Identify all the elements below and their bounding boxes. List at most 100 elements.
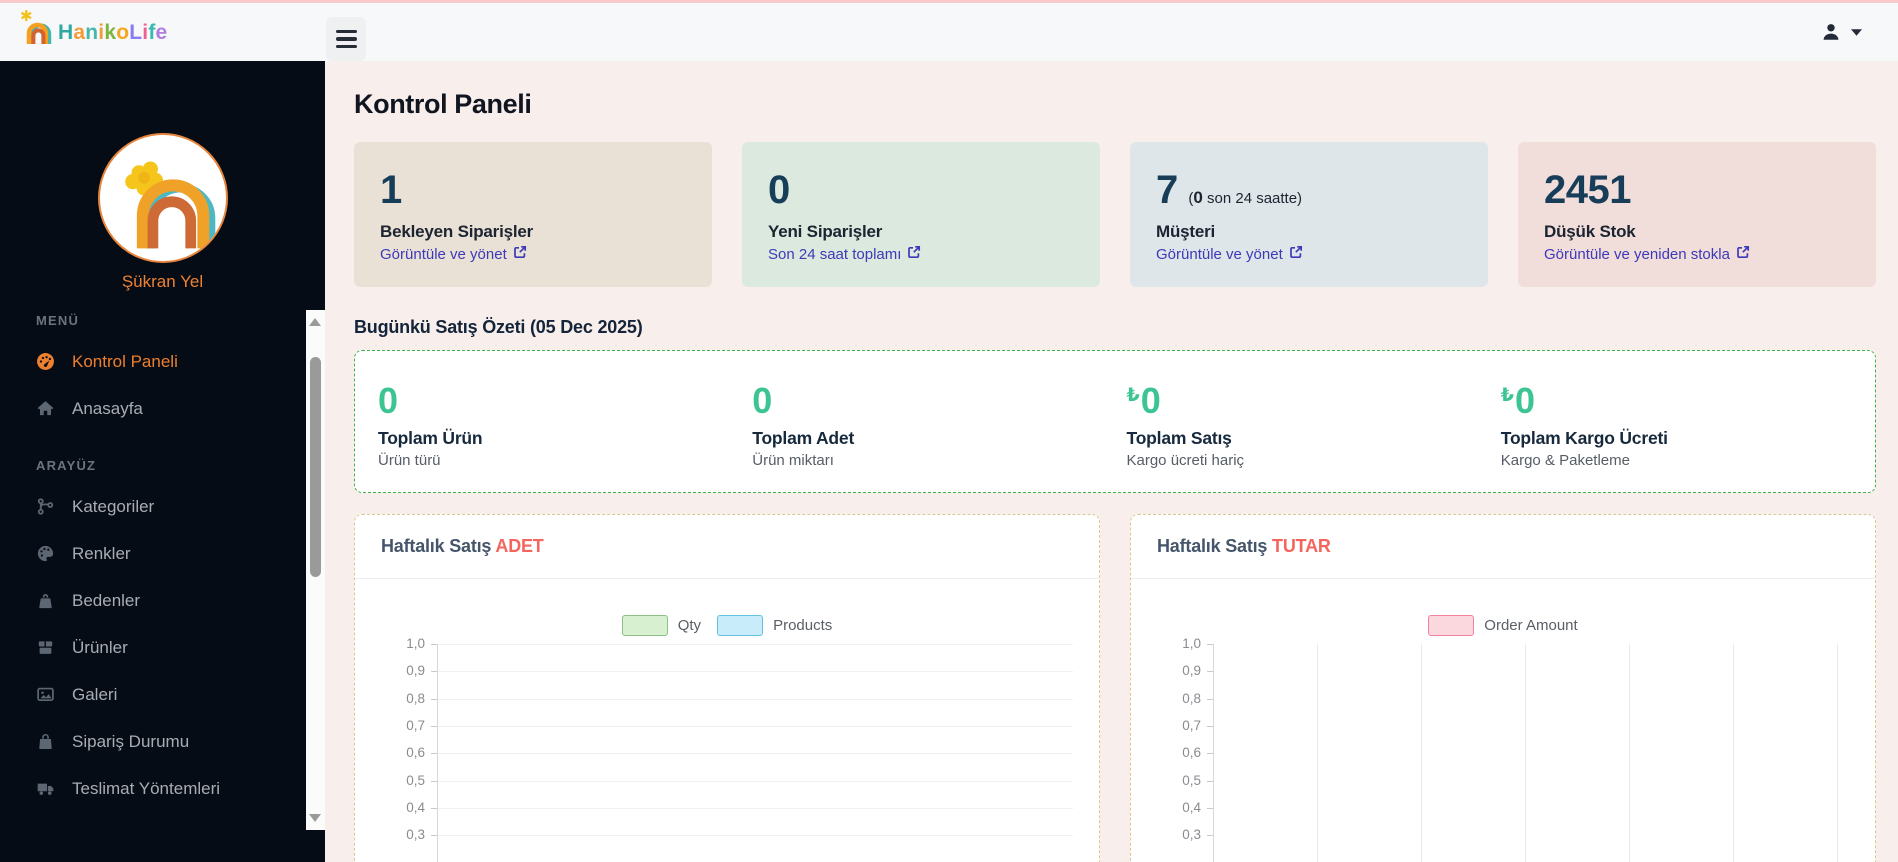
daily-summary-heading: Bugünkü Satış Özeti (05 Dec 2025) (354, 317, 643, 337)
main-content: Kontrol Paneli 1 Bekleyen Siparişler Görün… (325, 61, 1898, 862)
stat-label: Bekleyen Siparişler (380, 222, 534, 241)
y-tick-label: 0,4 (406, 799, 425, 815)
products-icon (36, 638, 55, 657)
y-tick-label: 1,0 (406, 636, 425, 651)
legend-swatch (1428, 615, 1475, 636)
y-tick-label: 0,8 (1182, 690, 1201, 706)
y-tick-label: 0,7 (1182, 717, 1201, 733)
logo-flower-icon: ✱ (20, 8, 33, 25)
y-tick-label: 0,6 (406, 745, 425, 761)
sidebar-item-ürünler[interactable]: Ürünler (36, 624, 325, 671)
stat-card-new-orders: 0 Yeni Siparişler Son 24 saat toplamı (742, 142, 1100, 287)
sidebar-item-galeri[interactable]: Galeri (36, 671, 325, 718)
currency-symbol: ₺ (1500, 385, 1514, 406)
page-title: Kontrol Paneli (354, 89, 532, 119)
chart-body: Order Amount 1,0 0,9 0,8 0,7 0,6 0,5 0,4 0,3 (1131, 579, 1875, 862)
app-logo[interactable]: ✱ HanikoLife (0, 8, 168, 45)
chart-title: Haftalık Satış ADET (381, 536, 544, 556)
external-link-icon (1736, 245, 1750, 263)
sidebar-item-kategoriler[interactable]: Kategoriler (36, 483, 325, 530)
sidebar-item-label: Teslimat Yöntemleri (72, 778, 221, 798)
stat-label: Müşteri (1156, 222, 1216, 241)
summary-item-toplam-satış: ₺0 Toplam Satış Kargo ücreti hariç (1127, 383, 1501, 492)
summary-value: ₺0 (1500, 380, 1536, 421)
summary-item-toplam-adet: 0 Toplam Adet Ürün miktarı (752, 383, 1126, 492)
currency-symbol: ₺ (1126, 385, 1140, 406)
sidebar: Şükran Yel MENÜ Kontrol Paneli Anasayfa ARA… (0, 61, 325, 862)
chart-card-weekly-sales-qty: Haftalık Satış ADET Qty Products 1,0 0,9 0,8 0… (354, 514, 1100, 862)
legend-swatch (717, 615, 764, 636)
chart-legend: Qty Products (381, 615, 1073, 636)
chart-legend: Order Amount (1157, 615, 1849, 636)
stat-value: 0 (768, 168, 790, 212)
stat-cards-row: 1 Bekleyen Siparişler Görüntüle ve yönet 0 Y… (354, 142, 1876, 287)
user-menu-button[interactable] (1820, 21, 1862, 43)
summary-label: Toplam Adet (752, 428, 855, 448)
summary-label: Toplam Kargo Ücreti (1500, 428, 1668, 448)
sidebar-item-label: Ürünler (72, 637, 128, 657)
sidebar-toggle-button[interactable] (326, 17, 366, 61)
scrollbar-up-arrow[interactable] (309, 318, 321, 326)
stat-link-new-orders[interactable]: Son 24 saat toplamı (768, 245, 1074, 263)
stat-card-customers: 7 (0 son 24 saatte) Müşteri Görüntüle ve y… (1130, 142, 1488, 287)
chevron-down-icon (1851, 28, 1862, 36)
legend-swatch (621, 615, 668, 636)
chart-body: Qty Products 1,0 0,9 0,8 0,7 0,6 0,5 0,4 0,3 (355, 579, 1099, 862)
sidebar-nav: MENÜ Kontrol Paneli Anasayfa ARAYÜZ Kategori… (0, 306, 325, 818)
daily-summary-card: 0 Toplam Ürün Ürün türü 0 Toplam Adet Ürün mi… (354, 350, 1876, 493)
avatar (97, 133, 228, 263)
y-tick-label: 0,8 (406, 690, 425, 706)
chart-header: Haftalık Satış TUTAR (1131, 515, 1875, 579)
summary-item-toplam-kargo-ücreti: ₺0 Toplam Kargo Ücreti Kargo & Paketleme (1501, 383, 1875, 492)
stat-value: 2451 (1544, 168, 1631, 212)
summary-value: 0 (378, 380, 399, 421)
y-tick-label: 0,5 (1182, 772, 1201, 788)
sidebar-item-kontrol-paneli[interactable]: Kontrol Paneli (36, 338, 325, 385)
sidebar-item-renkler[interactable]: Renkler (36, 530, 325, 577)
stat-card-pending-orders: 1 Bekleyen Siparişler Görüntüle ve yönet (354, 142, 712, 287)
scrollbar-down-arrow[interactable] (309, 814, 321, 822)
scrollbar-thumb[interactable] (310, 357, 321, 577)
sidebar-item-bedenler[interactable]: Bedenler (36, 577, 325, 624)
dashboard-icon (36, 352, 55, 371)
y-tick-label: 0,5 (406, 772, 425, 788)
logo-text: HanikoLife (58, 21, 168, 44)
user-name: Şükran Yel (121, 272, 204, 291)
sidebar-profile: Şükran Yel (0, 61, 325, 292)
external-link-icon (1289, 245, 1303, 263)
summary-value: 0 (752, 380, 773, 421)
external-link-icon (513, 245, 527, 263)
stat-label: Yeni Siparişler (768, 222, 883, 241)
sidebar-item-sipariş-durumu[interactable]: Sipariş Durumu (36, 718, 325, 765)
sidebar-item-label: Bedenler (72, 590, 141, 610)
stat-link-low-stock[interactable]: Görüntüle ve yeniden stokla (1544, 245, 1850, 263)
stat-value: 1 (380, 168, 402, 212)
chart-card-weekly-sales-amount: Haftalık Satış TUTAR Order Amount 1,0 0,9 0,… (1130, 514, 1876, 862)
summary-sublabel: Ürün miktarı (752, 452, 834, 469)
summary-value: ₺0 (1126, 380, 1161, 421)
order-bag-icon (36, 732, 55, 751)
y-tick-label: 0,3 (406, 827, 425, 843)
nav-section-label: ARAYÜZ (36, 458, 97, 473)
summary-sublabel: Kargo ücreti hariç (1126, 452, 1245, 469)
palette-icon (36, 544, 55, 563)
chart-title: Haftalık Satış TUTAR (1157, 536, 1331, 556)
stat-link-customers[interactable]: Görüntüle ve yönet (1156, 245, 1462, 263)
sidebar-item-teslimat-yöntemleri[interactable]: Teslimat Yöntemleri (36, 765, 325, 812)
stat-label: Düşük Stok (1544, 222, 1636, 241)
external-link-icon (907, 245, 921, 263)
legend-item-order-amount[interactable]: Order Amount (1428, 615, 1578, 636)
sidebar-item-label: Kontrol Paneli (72, 351, 178, 371)
y-tick-label: 0,4 (1182, 799, 1201, 815)
summary-item-toplam-ürün: 0 Toplam Ürün Ürün türü (378, 383, 752, 492)
nav-section-label: MENÜ (36, 313, 80, 328)
y-tick-label: 0,7 (406, 717, 425, 733)
sidebar-scrollbar[interactable] (306, 310, 325, 830)
legend-item-qty[interactable]: Qty (621, 615, 701, 636)
gallery-icon (36, 685, 55, 704)
sidebar-item-anasayfa[interactable]: Anasayfa (36, 385, 325, 432)
stat-link-pending-orders[interactable]: Görüntüle ve yönet (380, 245, 686, 263)
user-icon (1823, 24, 1839, 40)
legend-item-products[interactable]: Products (717, 615, 832, 636)
summary-label: Toplam Satış (1126, 428, 1232, 448)
